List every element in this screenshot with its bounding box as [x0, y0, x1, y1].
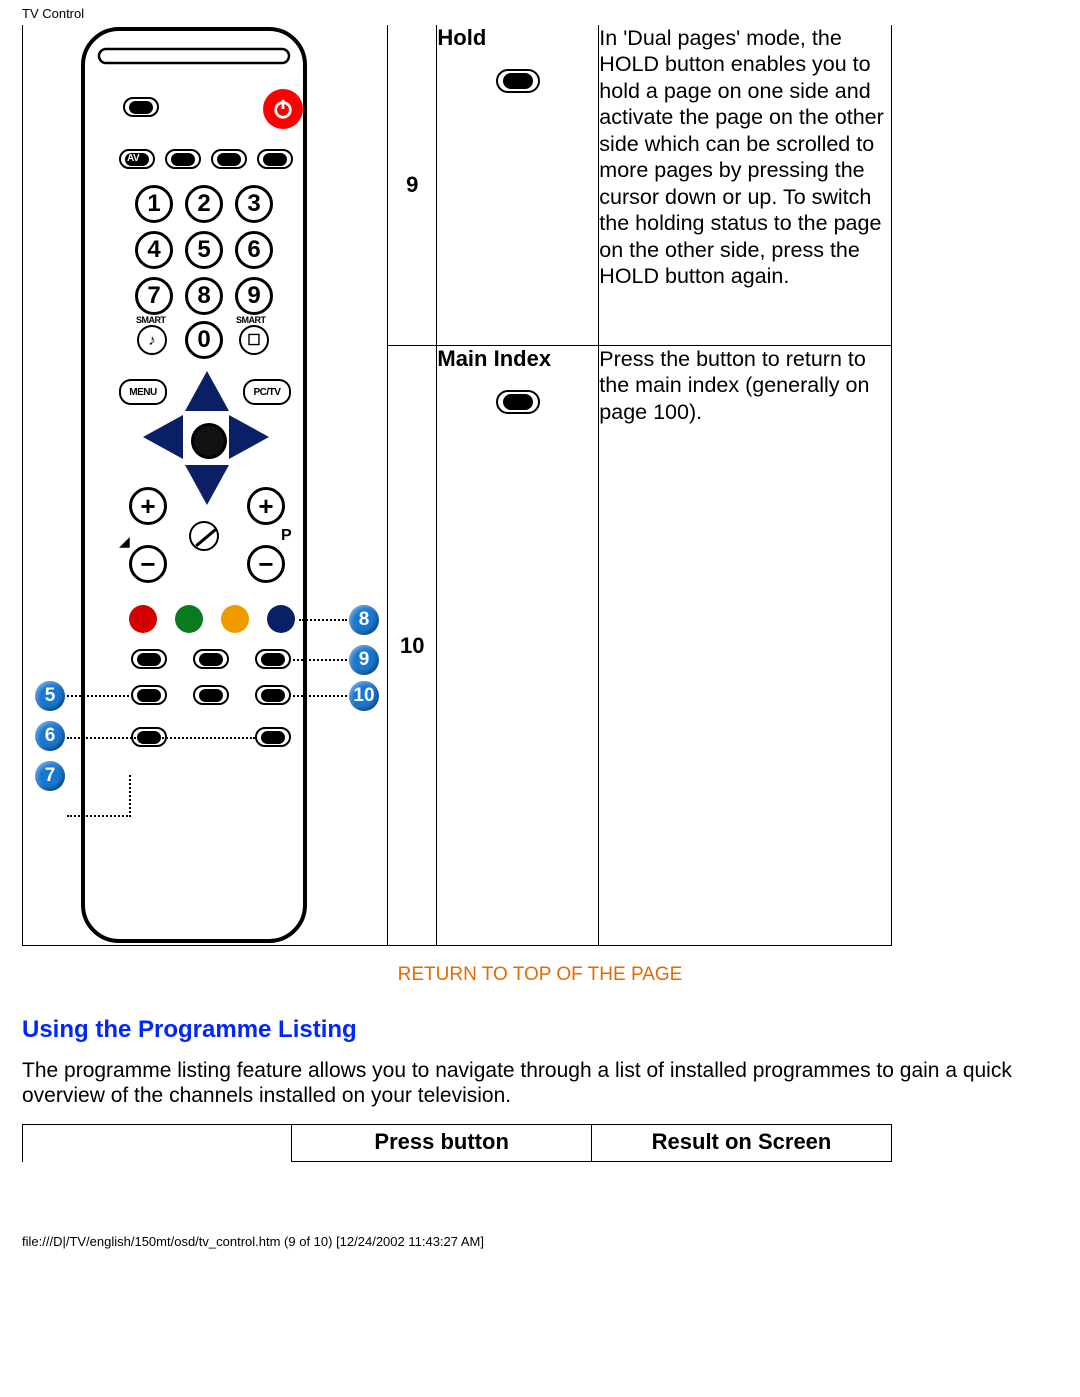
- section-paragraph: The programme listing feature allows you…: [22, 1058, 1058, 1108]
- teletext-btn-2-icon: [193, 649, 229, 669]
- teletext-icon: [123, 97, 159, 117]
- leader-10: [293, 695, 347, 697]
- callout-9: 9: [349, 645, 379, 675]
- digit-2-key: 2: [185, 185, 223, 223]
- leader-9: [293, 659, 347, 661]
- callout-8: 8: [349, 605, 379, 635]
- volume-down-icon: −: [129, 545, 167, 583]
- return-to-top-link[interactable]: RETURN TO TOP OF THE PAGE: [0, 964, 1080, 986]
- page-title: TV Control: [0, 0, 1080, 25]
- row-num-10: 10: [388, 346, 437, 946]
- small-button-2-icon: [165, 149, 201, 169]
- smart-right-label: SMART: [236, 315, 266, 325]
- digit-9-key: 9: [235, 277, 273, 315]
- cursor-right-icon: [229, 415, 269, 459]
- volume-ramp-icon: ◢: [119, 533, 130, 550]
- teletext-btn-1-icon: [131, 649, 167, 669]
- yellow-button-icon: [221, 605, 249, 633]
- main-index-button-icon: [496, 390, 540, 414]
- remote-control-diagram: AV 1 2 3 4 5 6 7 8 9 SMART SMART ♪: [23, 25, 387, 945]
- programme-up-icon: +: [247, 487, 285, 525]
- digit-1-key: 1: [135, 185, 173, 223]
- hold-label: Hold: [437, 25, 486, 50]
- smart-picture-key: ☐: [239, 325, 269, 355]
- red-button-icon: [129, 605, 157, 633]
- digit-8-key: 8: [185, 277, 223, 315]
- callout-5: 5: [35, 681, 65, 711]
- smart-left-label: SMART: [136, 315, 166, 325]
- row-desc-hold: In 'Dual pages' mode, the HOLD button en…: [599, 25, 892, 346]
- leader-6: [67, 737, 255, 739]
- digit-0-key: 0: [185, 321, 223, 359]
- teletext-btn-8-icon: [255, 727, 291, 747]
- green-button-icon: [175, 605, 203, 633]
- digit-3-key: 3: [235, 185, 273, 223]
- digit-7-key: 7: [135, 277, 173, 315]
- row-num-9: 9: [388, 25, 437, 346]
- leader-8: [299, 619, 347, 621]
- cursor-down-icon: [185, 465, 229, 505]
- digit-4-key: 4: [135, 231, 173, 269]
- section-heading: Using the Programme Listing: [22, 1016, 1080, 1044]
- listing-header-empty: [23, 1125, 292, 1162]
- cursor-left-icon: [143, 415, 183, 459]
- function-table: AV 1 2 3 4 5 6 7 8 9 SMART SMART ♪: [22, 25, 892, 946]
- row-label-hold: Hold: [437, 25, 599, 346]
- teletext-btn-5-icon: [193, 685, 229, 705]
- cursor-ok-icon: [191, 423, 227, 459]
- callout-10: 10: [349, 681, 379, 711]
- pctv-button-icon: PC/TV: [243, 379, 291, 405]
- main-index-label: Main Index: [437, 346, 551, 371]
- programme-down-icon: −: [247, 545, 285, 583]
- digit-6-key: 6: [235, 231, 273, 269]
- listing-header-result: Result on Screen: [592, 1125, 892, 1162]
- listing-table: Press button Result on Screen: [22, 1124, 892, 1162]
- callout-7: 7: [35, 761, 65, 791]
- small-button-4-icon: [257, 149, 293, 169]
- row-label-main-index: Main Index: [437, 346, 599, 946]
- teletext-btn-3-icon: [255, 649, 291, 669]
- power-button-icon: [263, 89, 303, 129]
- small-button-3-icon: [211, 149, 247, 169]
- hold-button-icon: [496, 69, 540, 93]
- volume-up-icon: +: [129, 487, 167, 525]
- blue-button-icon: [267, 605, 295, 633]
- teletext-btn-4-icon: [131, 685, 167, 705]
- menu-button-icon: MENU: [119, 379, 167, 405]
- page-footer: file:///D|/TV/english/150mt/osd/tv_contr…: [0, 1162, 1080, 1255]
- row-desc-main-index: Press the button to return to the main i…: [599, 346, 892, 946]
- remote-cell: AV 1 2 3 4 5 6 7 8 9 SMART SMART ♪: [23, 25, 388, 946]
- av-button-icon: AV: [119, 149, 155, 169]
- smart-sound-key: ♪: [137, 325, 167, 355]
- mute-icon: [189, 521, 219, 551]
- leader-7: [67, 775, 131, 817]
- callout-6: 6: [35, 721, 65, 751]
- digit-5-key: 5: [185, 231, 223, 269]
- cursor-up-icon: [185, 371, 229, 411]
- leader-5: [67, 695, 129, 697]
- programme-label: P: [281, 527, 292, 545]
- teletext-btn-6-icon: [255, 685, 291, 705]
- listing-header-press: Press button: [292, 1125, 592, 1162]
